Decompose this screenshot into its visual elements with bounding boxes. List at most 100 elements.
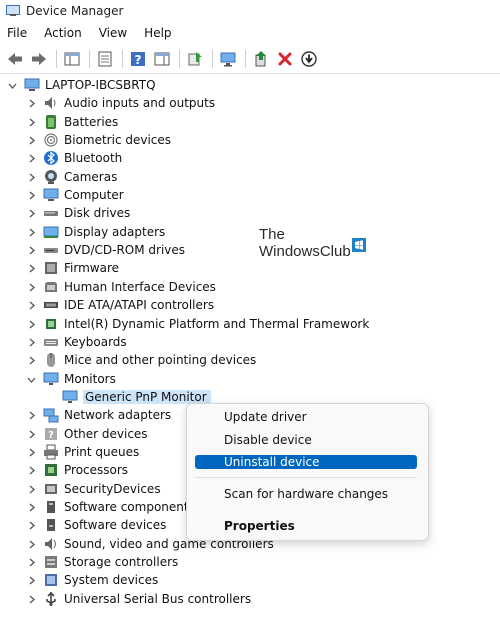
tree-item-other-devices[interactable]: ? Other devices bbox=[25, 425, 148, 443]
console-tree-icon bbox=[64, 52, 80, 66]
tree-item-display-adapters[interactable]: Display adapters bbox=[25, 223, 165, 241]
chevron-right-icon[interactable] bbox=[25, 152, 37, 164]
menu-file[interactable]: File bbox=[0, 26, 35, 40]
tree-item-processors[interactable]: Processors bbox=[25, 461, 128, 479]
tree-item-software-devices[interactable]: Software devices bbox=[25, 516, 166, 534]
tree-item-mice-and-other-pointing-devices[interactable]: Mice and other pointing devices bbox=[25, 351, 256, 369]
chevron-right-icon[interactable] bbox=[25, 428, 37, 440]
back-arrow-icon bbox=[8, 53, 22, 65]
tree-item-label: Generic PnP Monitor bbox=[83, 390, 211, 404]
tree-item-human-interface-devices[interactable]: Human Interface Devices bbox=[25, 278, 216, 296]
menu-disable-device[interactable]: Disable device bbox=[224, 433, 312, 447]
menu-update-driver[interactable]: Update driver bbox=[224, 410, 307, 424]
forward-button[interactable] bbox=[28, 48, 50, 70]
processor-icon bbox=[43, 462, 59, 478]
tree-item-label: Display adapters bbox=[64, 225, 166, 239]
scan-hardware-button[interactable] bbox=[184, 48, 206, 70]
show-hide-console-tree-button[interactable] bbox=[61, 48, 83, 70]
display-device-button[interactable] bbox=[217, 48, 239, 70]
dvd-drive-icon bbox=[43, 242, 59, 258]
tree-item-dvd-cd-rom-drives[interactable]: DVD/CD-ROM drives bbox=[25, 241, 185, 259]
title-bar: Device Manager bbox=[0, 0, 500, 22]
update-driver-button[interactable] bbox=[250, 48, 272, 70]
tree-item-software-components[interactable]: Software components bbox=[25, 498, 195, 516]
help-button[interactable]: ? bbox=[127, 48, 149, 70]
tree-item-securitydevices[interactable]: SecurityDevices bbox=[25, 480, 161, 498]
chevron-right-icon[interactable] bbox=[25, 207, 37, 219]
menu-action[interactable]: Action bbox=[35, 26, 90, 40]
tree-item-disk-drives[interactable]: Disk drives bbox=[25, 204, 130, 222]
chevron-right-icon[interactable] bbox=[25, 538, 37, 550]
chevron-right-icon[interactable] bbox=[25, 574, 37, 586]
disable-device-button[interactable] bbox=[298, 48, 320, 70]
chevron-right-icon[interactable] bbox=[25, 318, 37, 330]
tree-item-cameras[interactable]: Cameras bbox=[25, 168, 117, 186]
chevron-right-icon[interactable] bbox=[25, 336, 37, 348]
tree-item-label: Human Interface Devices bbox=[64, 280, 216, 294]
tree-item-batteries[interactable]: Batteries bbox=[25, 113, 118, 131]
security-icon bbox=[43, 481, 59, 497]
toolbar-separator bbox=[89, 50, 90, 68]
tree-item-bluetooth[interactable]: Bluetooth bbox=[25, 149, 122, 167]
update-driver-icon bbox=[255, 51, 266, 67]
back-button[interactable] bbox=[4, 48, 26, 70]
tree-item-network-adapters[interactable]: Network adapters bbox=[25, 406, 171, 424]
menu-properties[interactable]: Properties bbox=[224, 519, 295, 533]
printer-icon bbox=[43, 444, 59, 460]
chevron-right-icon[interactable] bbox=[25, 446, 37, 458]
menu-help[interactable]: Help bbox=[135, 26, 179, 40]
menu-bar: File Action View Help bbox=[0, 22, 500, 44]
chevron-right-icon[interactable] bbox=[25, 189, 37, 201]
tree-item-firmware[interactable]: Firmware bbox=[25, 259, 119, 277]
monitor-icon bbox=[43, 371, 59, 387]
chevron-right-icon[interactable] bbox=[25, 519, 37, 531]
display-adapter-icon bbox=[43, 224, 59, 240]
tree-item-computer[interactable]: Computer bbox=[25, 186, 124, 204]
tree-item-storage-controllers[interactable]: Storage controllers bbox=[25, 553, 178, 571]
chevron-right-icon[interactable] bbox=[25, 299, 37, 311]
tree-item-label: Software components bbox=[64, 500, 195, 514]
tree-item-print-queues[interactable]: Print queues bbox=[25, 443, 139, 461]
fingerprint-icon bbox=[43, 132, 59, 148]
monitor-toolbar-icon bbox=[220, 52, 236, 67]
chevron-right-icon[interactable] bbox=[25, 556, 37, 568]
chevron-right-icon[interactable] bbox=[25, 464, 37, 476]
chevron-right-icon[interactable] bbox=[25, 116, 37, 128]
chevron-right-icon[interactable] bbox=[25, 593, 37, 605]
properties-button[interactable] bbox=[94, 48, 116, 70]
chevron-right-icon[interactable] bbox=[25, 244, 37, 256]
menu-view[interactable]: View bbox=[90, 26, 135, 40]
chevron-right-icon[interactable] bbox=[25, 134, 37, 146]
computer-icon bbox=[43, 187, 59, 203]
tree-item-biometric-devices[interactable]: Biometric devices bbox=[25, 131, 171, 149]
battery-icon bbox=[43, 114, 59, 130]
tree-item-ide-ata-atapi-controllers[interactable]: IDE ATA/ATAPI controllers bbox=[25, 296, 214, 314]
menu-uninstall-device[interactable]: Uninstall device bbox=[224, 455, 320, 469]
chevron-right-icon[interactable] bbox=[25, 281, 37, 293]
tree-item-keyboards[interactable]: Keyboards bbox=[25, 333, 127, 351]
chevron-right-icon[interactable] bbox=[25, 171, 37, 183]
menu-scan-hardware[interactable]: Scan for hardware changes bbox=[224, 487, 388, 501]
chevron-right-icon[interactable] bbox=[25, 226, 37, 238]
tree-item-universal-serial-bus-controllers[interactable]: Universal Serial Bus controllers bbox=[25, 590, 251, 608]
tree-item-intel-r-dynamic-platform-and-thermal-framework[interactable]: Intel(R) Dynamic Platform and Thermal Fr… bbox=[25, 315, 369, 333]
windowsclub-logo-icon bbox=[351, 237, 366, 252]
tree-item-label: Processors bbox=[64, 463, 129, 477]
tree-item-label: Batteries bbox=[64, 115, 119, 129]
chevron-down-icon[interactable] bbox=[6, 79, 18, 91]
chevron-right-icon[interactable] bbox=[25, 262, 37, 274]
chevron-right-icon[interactable] bbox=[25, 97, 37, 109]
tree-item-system-devices[interactable]: System devices bbox=[25, 571, 158, 589]
chevron-right-icon[interactable] bbox=[25, 501, 37, 513]
chevron-right-icon[interactable] bbox=[25, 483, 37, 495]
chevron-down-icon[interactable] bbox=[25, 373, 37, 385]
tree-item-audio-inputs-and-outputs[interactable]: Audio inputs and outputs bbox=[25, 94, 215, 112]
svg-text:?: ? bbox=[135, 53, 142, 67]
chevron-right-icon[interactable] bbox=[25, 409, 37, 421]
tree-root-label: LAPTOP-IBCSBRTQ bbox=[45, 78, 156, 92]
chevron-right-icon[interactable] bbox=[25, 354, 37, 366]
tree-root-computer[interactable]: LAPTOP-IBCSBRTQ bbox=[6, 76, 156, 94]
action-pane-button[interactable] bbox=[151, 48, 173, 70]
uninstall-device-button[interactable] bbox=[274, 48, 296, 70]
tree-item-monitors[interactable]: Monitors bbox=[25, 370, 116, 388]
